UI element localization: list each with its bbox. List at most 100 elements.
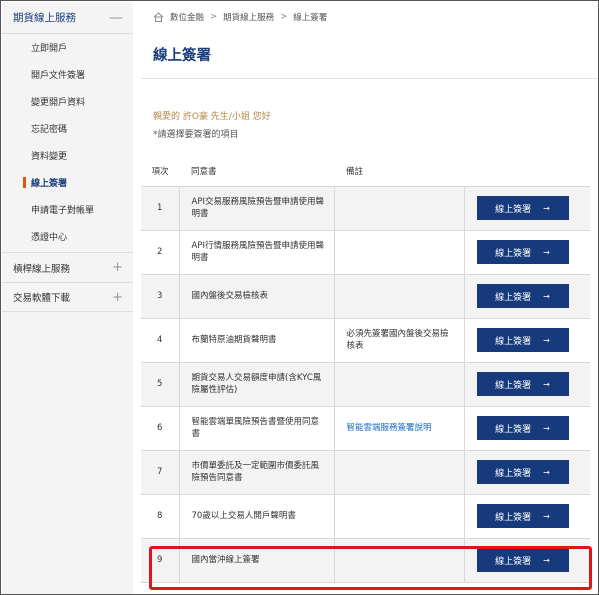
sidebar-section-software[interactable]: 交易軟體下載 + [2, 282, 133, 312]
expand-icon[interactable]: + [112, 260, 123, 275]
table-row: 5 期貨交易人交易額度申請(含KYC風險屬性評估) 線上簽署 → [141, 362, 590, 407]
sign-button-label: 線上簽署 [495, 468, 532, 479]
sign-online-button[interactable]: 線上簽署 → [476, 328, 569, 352]
arrow-right-icon: → [543, 511, 550, 521]
sidebar-section-leverage[interactable]: 槓桿線上服務 + [2, 252, 133, 282]
sign-online-button[interactable]: 線上簽署 → [476, 416, 569, 440]
table-row: 9 國內當沖線上簽署 線上簽署 → [141, 538, 590, 583]
arrow-right-icon: → [543, 203, 550, 213]
row-action: 線上簽署 → [463, 186, 590, 231]
sign-online-button[interactable]: 線上簽署 → [476, 284, 569, 308]
agreement-name: 國內當沖線上簽署 [178, 538, 334, 583]
agreement-name: 70歲以上交易人開戶聲明書 [178, 494, 334, 539]
row-note [333, 362, 464, 407]
note-link[interactable]: 智能雲端服務簽署說明 [347, 423, 432, 433]
sidebar-item-account-docs[interactable]: 開戶文件簽署 [2, 61, 133, 88]
title-divider [141, 78, 598, 79]
row-action: 線上簽署 → [463, 450, 590, 495]
sidebar-section-label: 槓桿線上服務 [13, 263, 71, 275]
row-number: 6 [141, 406, 179, 451]
sign-online-button[interactable]: 線上簽署 → [476, 504, 569, 528]
sidebar-item-data-change[interactable]: 資料變更 [2, 142, 133, 169]
row-action: 線上簽署 → [463, 494, 590, 539]
expand-icon[interactable]: + [112, 290, 123, 305]
sidebar-item-open-account[interactable]: 立即開戶 [2, 34, 133, 61]
sign-online-button[interactable]: 線上簽署 → [476, 460, 569, 484]
arrow-right-icon: → [543, 335, 550, 345]
table-row: 6 智能雲端單風險預告書暨使用同意書 智能雲端服務簽署說明 線上簽署 → [141, 406, 590, 451]
sidebar-item-cert-center[interactable]: 憑證中心 [2, 223, 133, 250]
header-agreement: 同意書 [179, 157, 334, 187]
agreement-name: 市價單委託及一定範圍市價委託風險預告同意書 [178, 450, 334, 495]
sign-button-label: 線上簽署 [495, 556, 532, 567]
arrow-right-icon: → [543, 467, 550, 477]
agreement-name: 布蘭特原油期貨聲明書 [178, 318, 334, 363]
row-action: 線上簽署 → [463, 362, 590, 407]
table-row: 1 API交易服務風險預告暨申請使用聲明書 線上簽署 → [141, 186, 590, 231]
agreement-name: 期貨交易人交易額度申請(含KYC風險屬性評估) [178, 362, 334, 407]
instruction-text: *請選擇要簽署的項目 [153, 130, 239, 140]
sidebar-item-forgot-password[interactable]: 忘記密碼 [2, 115, 133, 142]
arrow-right-icon: → [543, 247, 550, 257]
agreement-name: 智能雲端單風險預告書暨使用同意書 [178, 406, 334, 451]
row-note [333, 186, 464, 231]
sign-online-button[interactable]: 線上簽署 → [476, 548, 569, 572]
sign-button-label: 線上簽署 [495, 248, 532, 259]
row-action: 線上簽署 → [463, 318, 590, 363]
agreement-name: API交易服務風險預告暨申請使用聲明書 [178, 186, 334, 231]
breadcrumb-home[interactable]: 數位金融 [170, 11, 204, 23]
table-header-row: 項次 同意書 備註 [141, 157, 590, 187]
arrow-right-icon: → [543, 555, 550, 565]
row-number: 3 [141, 274, 179, 319]
row-action: 線上簽署 → [463, 406, 590, 451]
sidebar: 期貨線上服務 — 立即開戶 開戶文件簽署 變更開戶資料 忘記密碼 資料變更 線上… [2, 2, 133, 594]
home-icon[interactable] [153, 12, 164, 22]
sidebar-submenu: 立即開戶 開戶文件簽署 變更開戶資料 忘記密碼 資料變更 線上簽署 申請電子對帳… [2, 34, 133, 250]
row-note [333, 538, 464, 583]
arrow-right-icon: → [543, 423, 550, 433]
table-row: 4 布蘭特原油期貨聲明書 必須先簽署國內盤後交易檢核表 線上簽署 → [141, 318, 590, 363]
sign-online-button[interactable]: 線上簽署 → [476, 240, 569, 264]
header-action [464, 157, 590, 187]
window-frame: 期貨線上服務 — 立即開戶 開戶文件簽署 變更開戶資料 忘記密碼 資料變更 線上… [0, 0, 599, 595]
row-number: 9 [141, 538, 179, 583]
row-number: 7 [141, 450, 179, 495]
row-note [333, 230, 464, 275]
row-note: 必須先簽署國內盤後交易檢核表 [333, 318, 464, 363]
row-note [333, 450, 464, 495]
sign-button-label: 線上簽署 [495, 424, 532, 435]
collapse-icon[interactable]: — [109, 10, 123, 26]
sidebar-item-e-statement[interactable]: 申請電子對帳單 [2, 196, 133, 223]
agreement-name: 國內盤後交易檢核表 [178, 274, 334, 319]
row-action: 線上簽署 → [463, 230, 590, 275]
sign-online-button[interactable]: 線上簽署 → [476, 372, 569, 396]
sign-button-label: 線上簽署 [495, 512, 532, 523]
breadcrumb-separator: > [280, 12, 288, 22]
row-note: 智能雲端服務簽署說明 [333, 406, 464, 451]
sidebar-section-label: 期貨線上服務 [13, 12, 76, 24]
row-note [333, 274, 464, 319]
greeting-text: 親愛的 許O豪 先生/小姐 您好 [153, 112, 271, 122]
sign-button-label: 線上簽署 [495, 292, 532, 303]
row-number: 8 [141, 494, 179, 539]
page-title: 線上簽署 [153, 48, 211, 64]
sign-online-button[interactable]: 線上簽署 → [476, 196, 569, 220]
arrow-right-icon: → [543, 379, 550, 389]
row-note [333, 494, 464, 539]
arrow-right-icon: → [543, 291, 550, 301]
row-number: 4 [141, 318, 179, 363]
row-number: 2 [141, 230, 179, 275]
sign-button-label: 線上簽署 [495, 380, 532, 391]
sidebar-item-change-account[interactable]: 變更開戶資料 [2, 88, 133, 115]
agreement-name: API行情服務風險預告暨申請使用聲明書 [178, 230, 334, 275]
sign-button-label: 線上簽署 [495, 336, 532, 347]
main-content: 數位金融 > 期貨線上服務 > 線上簽署 線上簽署 親愛的 許O豪 先生/小姐 … [133, 2, 598, 594]
breadcrumb-futures[interactable]: 期貨線上服務 [223, 11, 274, 23]
sidebar-section-futures[interactable]: 期貨線上服務 — [2, 2, 133, 34]
breadcrumb: 數位金融 > 期貨線上服務 > 線上簽署 [133, 2, 598, 32]
header-note: 備註 [334, 157, 464, 187]
sidebar-item-online-sign[interactable]: 線上簽署 [2, 169, 133, 196]
table-row: 2 API行情服務風險預告暨申請使用聲明書 線上簽署 → [141, 230, 590, 275]
breadcrumb-separator: > [210, 12, 218, 22]
table-row: 7 市價單委託及一定範圍市價委託風險預告同意書 線上簽署 → [141, 450, 590, 495]
